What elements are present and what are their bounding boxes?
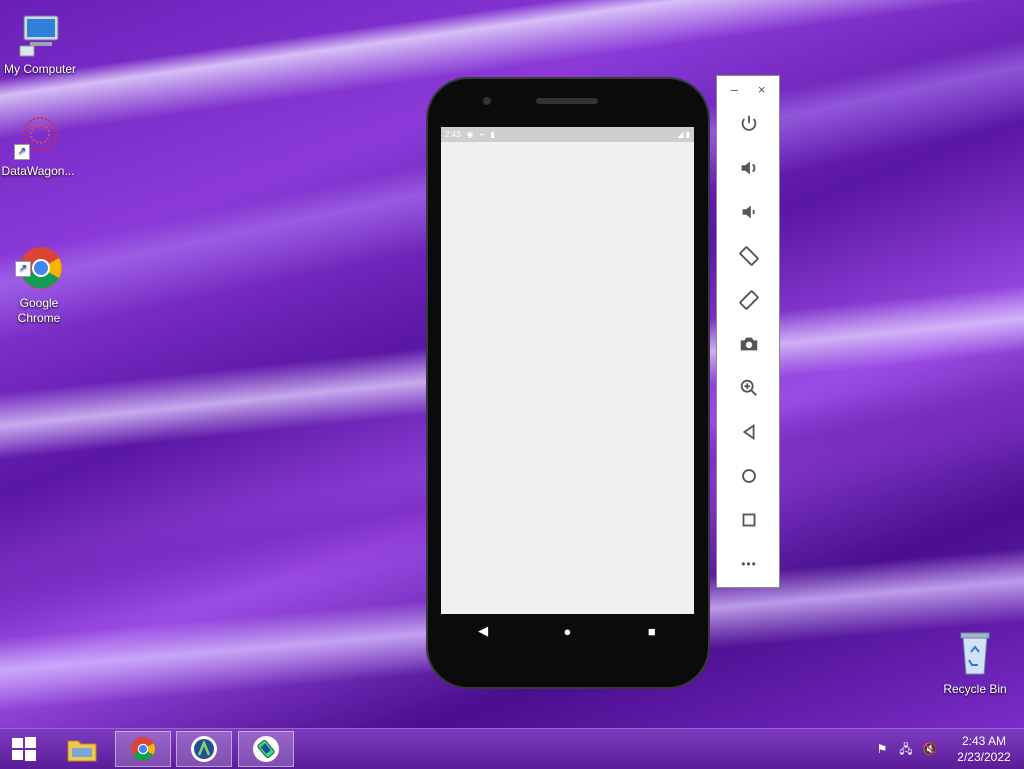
rotate-left-button[interactable] [717, 234, 781, 278]
desktop-icon-google-chrome[interactable]: ↗ Google Chrome [0, 214, 79, 341]
more-options-button[interactable]: ••• [717, 542, 781, 586]
desktop-icon-datawagon[interactable]: ↗ DataWagon... [0, 112, 78, 179]
rotate-left-icon [739, 246, 759, 266]
notification-icon: ◉ [466, 130, 474, 139]
computer-icon [16, 10, 64, 58]
overview-button[interactable] [717, 498, 781, 542]
recycle-bin-icon [951, 630, 999, 678]
more-dots-icon: ••• [741, 557, 757, 571]
desktop-icon-label: My Computer [3, 62, 77, 76]
nav-home-button[interactable]: ● [547, 624, 587, 639]
status-time: 2:43 [445, 130, 461, 139]
taskbar: ⚑ 🖧 🔇 2:43 AM 2/23/2022 [0, 728, 1024, 769]
volume-up-button[interactable] [717, 146, 781, 190]
screenshot-button[interactable] [717, 322, 781, 366]
clock-date: 2/23/2022 [957, 750, 1011, 764]
notification-icon: ⌁ [479, 130, 485, 139]
system-tray: ⚑ 🖧 🔇 2:43 AM 2/23/2022 [870, 729, 1024, 769]
windows-logo-icon [12, 737, 36, 761]
nav-back-button[interactable]: ◀ [463, 623, 503, 639]
taskbar-android-studio[interactable] [176, 731, 232, 767]
rotate-right-icon [739, 290, 759, 310]
device-screen[interactable]: 2:43 ◉ ⌁ ▮ ◢ ▮ [441, 127, 694, 614]
camera-icon [740, 337, 758, 351]
nav-overview-button[interactable]: ■ [632, 624, 672, 639]
signal-battery-icon: ◢ ▮ [677, 130, 690, 139]
desktop-icon-label: Google Chrome [17, 296, 61, 325]
clock-time: 2:43 AM [961, 734, 1007, 748]
volume-down-icon [742, 205, 755, 219]
clock[interactable]: 2:43 AM 2/23/2022 [948, 733, 1020, 765]
home-button[interactable] [717, 454, 781, 498]
desktop-icon-label: DataWagon... [1, 164, 75, 178]
taskbar-google-chrome[interactable] [115, 731, 171, 767]
sd-card-icon: ▮ [490, 130, 495, 139]
front-camera [483, 97, 491, 105]
desktop-icon-recycle-bin[interactable]: Recycle Bin [935, 630, 1015, 697]
android-emulator-device: 2:43 ◉ ⌁ ▮ ◢ ▮ ◀ ● ■ [426, 77, 710, 689]
emulator-icon [253, 736, 279, 762]
desktop-icon-my-computer[interactable]: My Computer [0, 10, 80, 77]
minimize-button[interactable]: – [731, 82, 738, 102]
shortcut-arrow-icon: ↗ [15, 261, 31, 277]
chrome-icon: ↗ [15, 229, 63, 289]
volume-muted-icon[interactable]: 🔇 [921, 740, 939, 758]
rotate-right-button[interactable] [717, 278, 781, 322]
emulator-toolbar: – × ••• [716, 75, 780, 588]
close-button[interactable]: × [758, 82, 766, 102]
taskbar-file-explorer[interactable] [54, 731, 110, 767]
android-nav-bar: ◀ ● ■ [441, 614, 694, 648]
earpiece-speaker [536, 98, 598, 104]
status-bar: 2:43 ◉ ⌁ ▮ ◢ ▮ [441, 127, 694, 142]
datawagon-icon: ↗ [14, 112, 62, 160]
power-icon [741, 115, 757, 131]
zoom-in-icon [740, 379, 757, 396]
overview-square-icon [742, 513, 756, 527]
taskbar-android-emulator[interactable] [238, 731, 294, 767]
desktop-icon-label: Recycle Bin [943, 682, 1007, 696]
action-center-flag-icon[interactable]: ⚑ [873, 740, 891, 758]
zoom-button[interactable] [717, 366, 781, 410]
folder-icon [67, 740, 97, 762]
shortcut-arrow-icon: ↗ [14, 144, 30, 160]
chrome-icon [130, 736, 156, 762]
back-button[interactable] [717, 410, 781, 454]
network-icon[interactable]: 🖧 [897, 740, 915, 758]
start-button[interactable] [0, 731, 48, 767]
home-circle-icon [742, 469, 756, 483]
volume-down-button[interactable] [717, 190, 781, 234]
back-triangle-icon [742, 423, 755, 441]
volume-up-icon [741, 161, 756, 175]
android-studio-icon [191, 736, 217, 762]
power-button[interactable] [717, 102, 781, 146]
